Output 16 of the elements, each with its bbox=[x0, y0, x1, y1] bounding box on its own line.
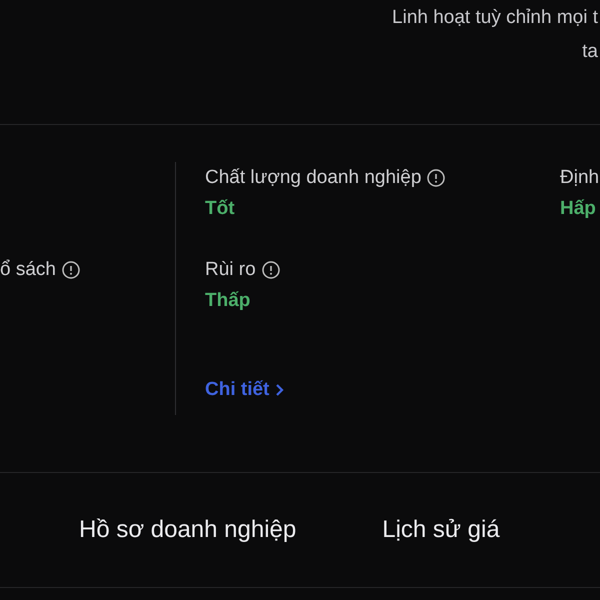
metric-label: Rùi ro bbox=[205, 258, 256, 282]
metric-value: Tốt bbox=[205, 197, 235, 221]
metric-label: Định bbox=[560, 166, 600, 190]
description-text: ta bbox=[582, 40, 598, 64]
metric-value: Thấp bbox=[205, 289, 250, 313]
metric-value: Hấp bbox=[560, 197, 596, 221]
info-icon bbox=[62, 261, 80, 279]
tab[interactable]: Lịch sử giá bbox=[382, 512, 500, 548]
info-icon bbox=[262, 261, 280, 279]
chevron-right-icon bbox=[275, 383, 284, 398]
metric-label: ổ sách bbox=[0, 258, 56, 282]
info-icon bbox=[427, 169, 446, 187]
tab[interactable]: Hồ sơ doanh nghiệp bbox=[79, 512, 296, 548]
metric-label: Chất lượng doanh nghiệp bbox=[205, 166, 422, 190]
description-text: Linh hoạt tuỳ chỉnh mọi t bbox=[392, 6, 598, 30]
details-link[interactable]: Chi tiết bbox=[205, 376, 284, 404]
